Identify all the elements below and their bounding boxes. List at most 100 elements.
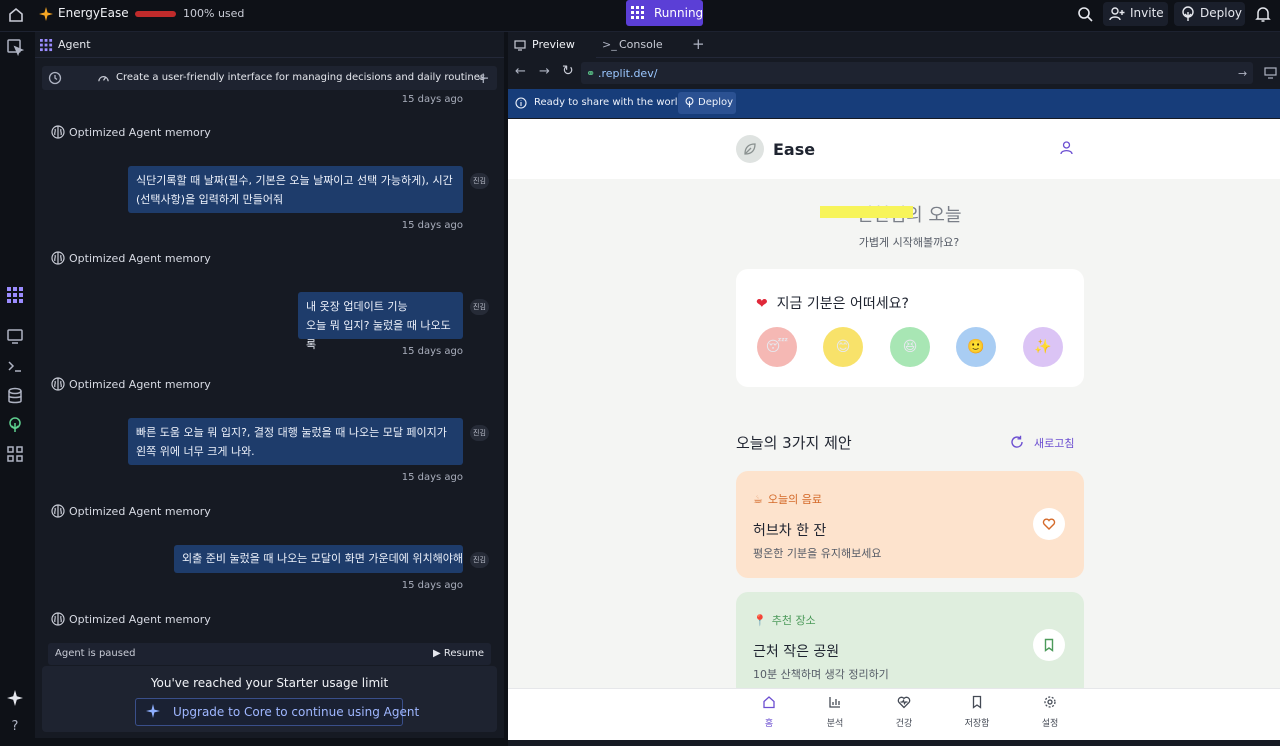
mood-option[interactable]: 😴 (757, 327, 797, 367)
heart-outline-icon (1042, 518, 1056, 530)
chart-icon (829, 697, 840, 708)
sparkle-icon[interactable] (6, 689, 24, 707)
link-icon: ⚭ (586, 67, 596, 80)
task-header: Create a user-friendly interface for man… (42, 66, 497, 90)
reload-icon[interactable]: ↻ (562, 63, 574, 79)
user-message: 내 옷장 업데이트 기능 오늘 뭐 입지? 눌렀을 때 나오도록 (298, 292, 463, 351)
banner-deploy-button[interactable]: Deploy (678, 92, 736, 114)
forward-arrow-icon[interactable]: → (539, 64, 550, 79)
user-message: 식단기록할 때 날짜(필수, 기본은 오늘 날짜이고 선택 가능하게), 시간 … (128, 166, 463, 213)
replit-grid-icon (631, 6, 644, 19)
gauge-icon (98, 76, 109, 82)
preview-panel: Preview >_ Console + ← → ↻ ⚭ .replit.dev… (508, 32, 1280, 746)
tab-console[interactable]: >_ Console (596, 32, 686, 58)
tab-preview[interactable]: Preview (508, 32, 596, 58)
paused-text: Agent is paused (55, 648, 136, 659)
brain-icon (51, 251, 65, 265)
console-prompt-icon: >_ (602, 38, 617, 51)
url-input[interactable]: ⚭ .replit.dev/ → (581, 62, 1253, 84)
usage-bar (135, 11, 176, 17)
new-chat-button[interactable]: + (477, 69, 490, 87)
deploy-banner: Ready to share with the world? Deploy (508, 89, 1280, 118)
usage-text: 100% used (183, 7, 245, 20)
play-icon: ▶ (433, 648, 444, 659)
favorite-button[interactable] (1033, 508, 1065, 540)
timestamp: 15 days ago (401, 346, 463, 357)
history-icon[interactable] (48, 71, 62, 85)
top-bar: EnergyEase 100% used Running Invite Depl… (0, 0, 1280, 32)
agent-icon[interactable] (6, 286, 24, 304)
deploy-label: Deploy (1200, 6, 1243, 20)
suggestion-desc: 10분 산책하며 생각 정리하기 (753, 668, 889, 681)
brain-icon (51, 125, 65, 139)
agent-panel: Agent Create a user-friendly interface f… (35, 32, 505, 738)
back-arrow-icon[interactable]: ← (515, 64, 526, 79)
home-icon[interactable] (6, 5, 26, 25)
upgrade-button[interactable]: Upgrade to Core to continue using Agent (135, 698, 419, 726)
bookmark-button[interactable] (1033, 629, 1065, 661)
nav-analytics[interactable]: 분석 (815, 695, 855, 729)
brain-icon (51, 504, 65, 518)
bookmark-icon (972, 695, 982, 709)
devices-icon[interactable] (1264, 67, 1277, 79)
mood-option[interactable]: 🙂 (956, 327, 996, 367)
help-icon[interactable]: ? (6, 718, 24, 736)
usage-limit-box: You've reached your Starter usage limit … (42, 666, 497, 732)
monitor-icon (514, 40, 526, 51)
mood-card: ❤ 지금 기분은 어떠세요? 😴 😊 😆 🙂 ✨ (736, 269, 1084, 387)
timestamp: 15 days ago (401, 94, 463, 105)
app-name[interactable]: EnergyEase (58, 6, 129, 20)
user-avatar-tag: 진김 (470, 299, 489, 315)
suggestion-category: ☕ 오늘의 음료 (753, 493, 822, 506)
highlight-mark (820, 206, 913, 218)
apps-grid-icon[interactable] (6, 445, 24, 463)
home-icon (763, 696, 775, 709)
app-webview: Ease 진현님의 오늘 가볍게 시작해볼까요? ❤ 지금 기분은 어떠세요? … (508, 119, 1280, 740)
user-avatar-tag: 진김 (470, 552, 489, 568)
nav-health[interactable]: 건강 (884, 695, 924, 729)
heart-pulse-icon (897, 696, 911, 709)
tab-agent[interactable]: Agent (35, 32, 505, 58)
ease-logo[interactable] (736, 135, 764, 163)
preview-monitor-icon[interactable] (6, 327, 24, 345)
user-avatar-tag: 진김 (470, 425, 489, 441)
banner-text: Ready to share with the world? (534, 97, 690, 108)
run-status-button[interactable]: Running (626, 0, 703, 26)
deploy-button[interactable]: Deploy (1174, 2, 1245, 26)
bell-icon[interactable] (1255, 5, 1271, 23)
app-header: Ease (508, 119, 1280, 179)
invite-button[interactable]: Invite (1103, 2, 1168, 26)
database-icon[interactable] (6, 387, 24, 405)
bottom-nav: 홈 분석 건강 저장함 설정 (508, 688, 1280, 740)
console-icon[interactable] (6, 357, 24, 375)
nav-saved[interactable]: 저장함 (957, 695, 997, 729)
add-tab-button[interactable]: + (692, 35, 705, 53)
cursor-select-icon[interactable] (6, 38, 24, 56)
nav-home[interactable]: 홈 (749, 695, 789, 729)
timestamp: 15 days ago (401, 580, 463, 591)
mood-question: ❤ 지금 기분은 어떠세요? (756, 296, 909, 312)
sparkle-icon (146, 704, 160, 718)
brain-icon (51, 612, 65, 626)
agent-tab-icon (40, 39, 53, 52)
mood-option[interactable]: 😊 (823, 327, 863, 367)
mood-option[interactable]: 😆 (890, 327, 930, 367)
timestamp: 15 days ago (401, 220, 463, 231)
deployments-icon[interactable] (6, 416, 24, 434)
suggestion-desc: 평온한 기분을 유지해보세요 (753, 547, 882, 560)
mood-option[interactable]: ✨ (1023, 327, 1063, 367)
user-profile-icon[interactable] (1060, 141, 1073, 155)
user-avatar-tag: 진김 (470, 173, 489, 189)
open-external-icon[interactable]: → (1238, 67, 1247, 80)
search-icon[interactable] (1076, 5, 1094, 23)
preview-tabs: Preview >_ Console + (508, 32, 1280, 58)
leaf-icon (744, 143, 756, 155)
suggestion-card[interactable]: ☕ 오늘의 음료 허브차 한 잔 평온한 기분을 유지해보세요 (736, 471, 1084, 578)
suggestion-title: 근처 작은 공원 (753, 644, 840, 660)
suggestion-card[interactable]: 📍 추천 장소 근처 작은 공원 10분 산책하며 생각 정리하기 (736, 592, 1084, 699)
heart-icon: ❤ (756, 296, 768, 312)
resume-button[interactable]: ▶ Resume (433, 648, 484, 659)
agent-status-bar: Agent is paused ▶ Resume (48, 643, 491, 665)
pin-icon: 📍 (753, 614, 767, 627)
nav-settings[interactable]: 설정 (1030, 695, 1070, 729)
